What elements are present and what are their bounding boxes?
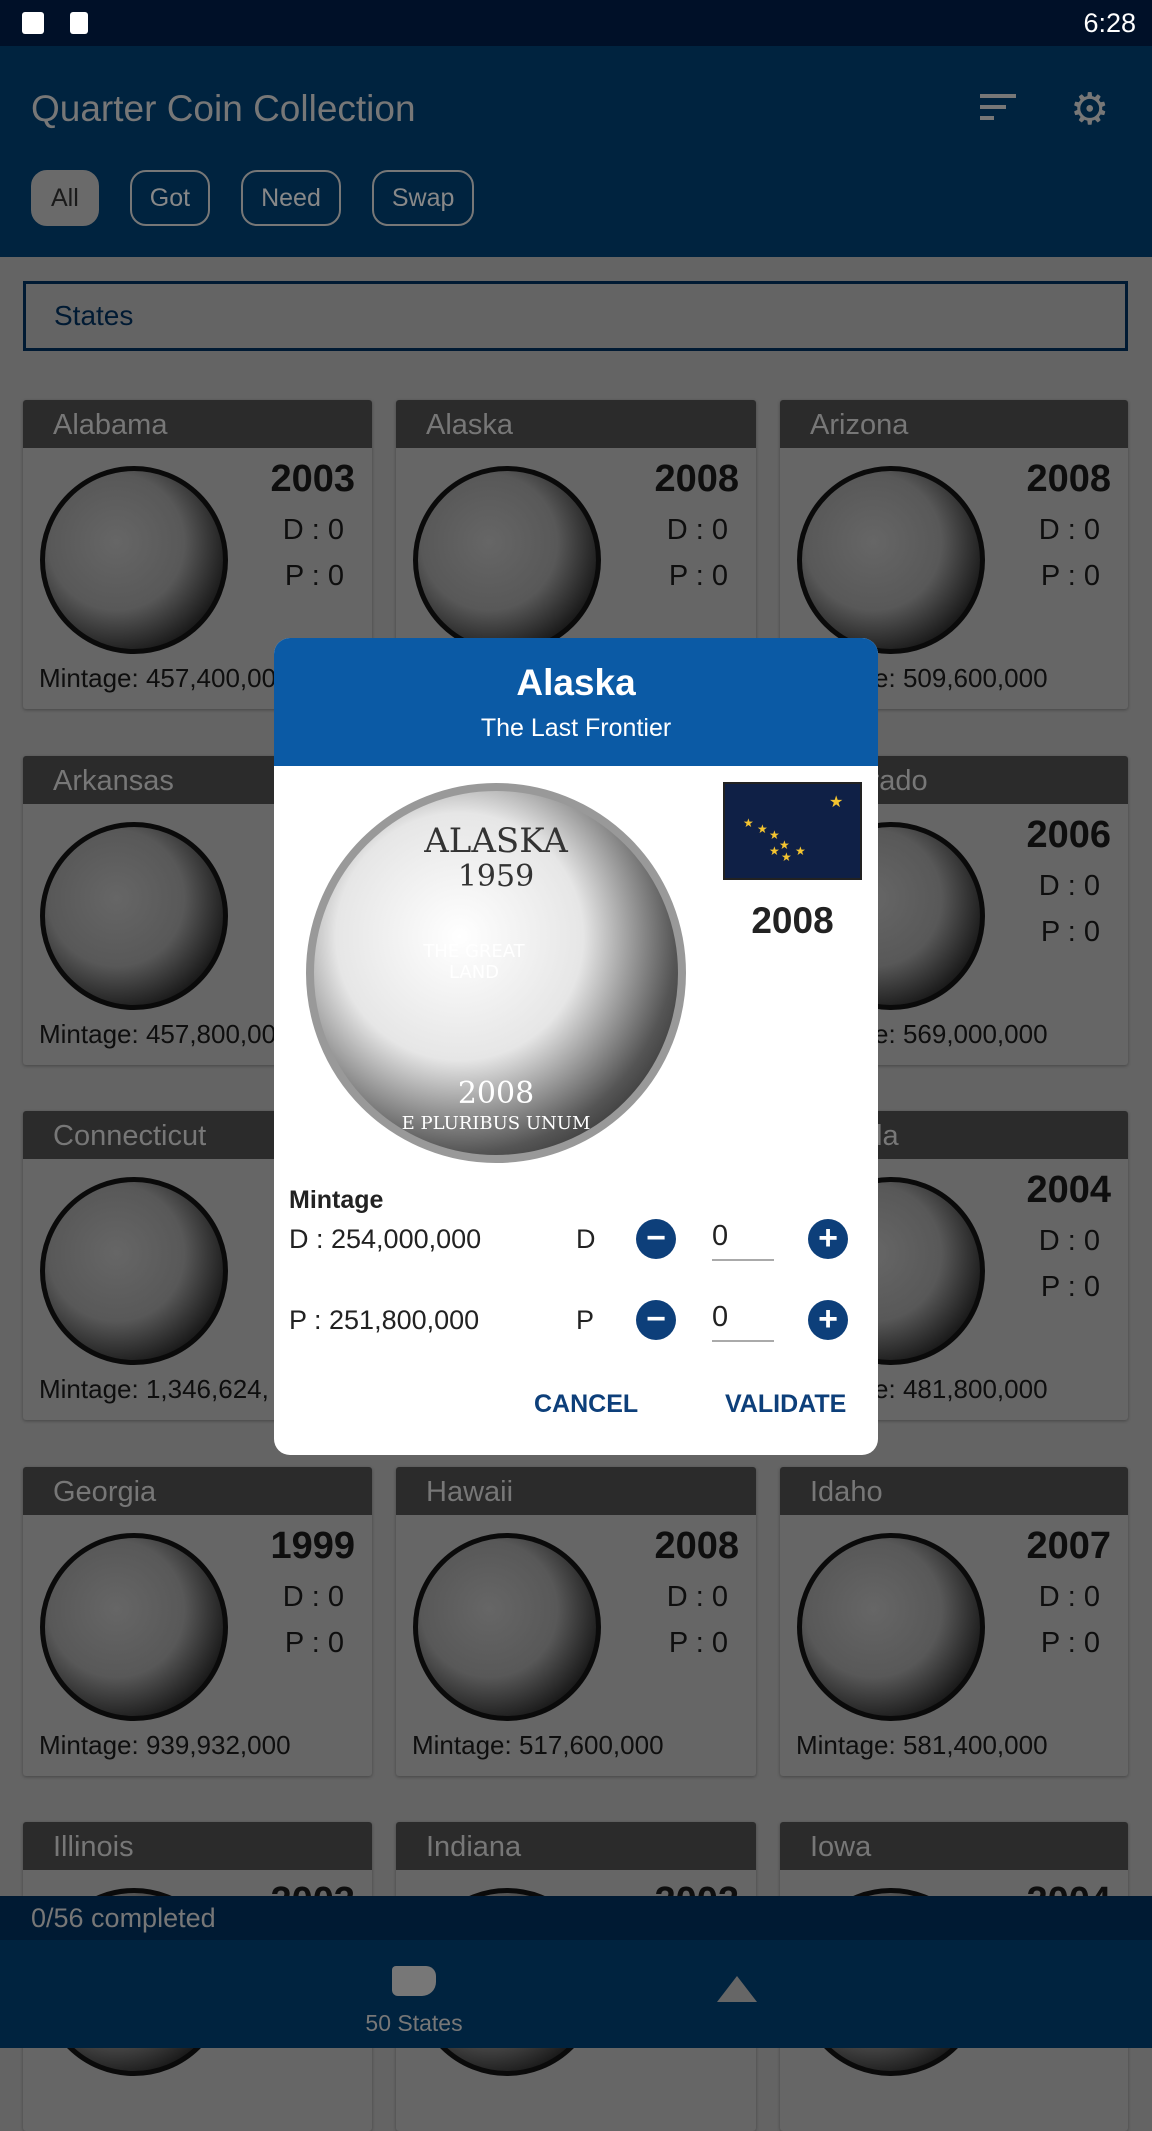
coin-image — [413, 1533, 601, 1721]
card-year: 2008 — [654, 1525, 739, 1567]
card-p-count: P : 0 — [1040, 1271, 1100, 1303]
card-mintage: Mintage: 457,800,00 — [39, 1019, 277, 1049]
d-minus-button[interactable]: − — [636, 1219, 676, 1259]
card-d-count: D : 0 — [666, 1581, 728, 1613]
status-bar: 6:28 — [0, 0, 1152, 46]
coin-year-text: 2008 — [457, 1076, 535, 1111]
card-year: 2003 — [270, 458, 355, 500]
nav-label: 50 States — [365, 2010, 463, 2036]
progress-text: 0/56 completed — [0, 1896, 1152, 1940]
card-title: Hawaii — [396, 1467, 756, 1515]
coin-image — [797, 1533, 985, 1721]
coin-card[interactable]: Idaho 2007 D : 0 P : 0 Mintage: 581,400,… — [780, 1467, 1128, 1776]
nav-50-states[interactable]: 50 States — [334, 1958, 494, 2037]
coin-dialog: Alaska The Last Frontier ALASKA 1959 THE… — [274, 638, 878, 1455]
mintage-label: Mintage — [289, 1186, 384, 1214]
coin-image: ALASKA 1959 THE GREAT LAND 2008 E PLURIB… — [306, 783, 686, 1163]
card-d-count: D : 0 — [1038, 514, 1100, 546]
dialog-header: Alaska The Last Frontier — [274, 638, 878, 766]
p-label: P — [576, 1305, 595, 1335]
bottom-nav: 50 States — [0, 1940, 1152, 2048]
filter-swap[interactable]: Swap — [371, 170, 475, 226]
card-title: Illinois — [23, 1822, 372, 1870]
mountain-icon — [717, 1976, 757, 2002]
card-d-count: D : 0 — [666, 514, 728, 546]
card-mintage: Mintage: 517,600,000 — [412, 1730, 664, 1760]
card-d-count: D : 0 — [1038, 1225, 1100, 1257]
card-year: 2004 — [1026, 1169, 1111, 1211]
card-title: Iowa — [780, 1822, 1128, 1870]
card-p-count: P : 0 — [284, 560, 344, 592]
filter-need[interactable]: Need — [241, 170, 341, 226]
coin-card[interactable]: Hawaii 2008 D : 0 P : 0 Mintage: 517,600… — [396, 1467, 756, 1776]
dialog-title: Alaska — [516, 662, 636, 703]
coin-image — [40, 1533, 228, 1721]
card-p-count: P : 0 — [1040, 1627, 1100, 1659]
font-icon — [70, 12, 88, 34]
dialog-year: 2008 — [751, 900, 834, 941]
category-selector[interactable]: States — [23, 281, 1128, 351]
filter-got[interactable]: Got — [129, 170, 211, 226]
gear-icon[interactable]: ⚙ — [1070, 88, 1109, 132]
card-year: 1999 — [270, 1525, 355, 1567]
card-p-count: P : 0 — [1040, 560, 1100, 592]
d-count-input[interactable]: 0 — [712, 1220, 774, 1261]
card-title: Arizona — [780, 400, 1128, 448]
clock: 6:28 — [1083, 8, 1136, 38]
card-p-count: P : 0 — [284, 1627, 344, 1659]
mintage-p: P : 251,800,000 — [289, 1305, 480, 1335]
card-year: 2006 — [1026, 814, 1111, 856]
card-year: 2007 — [1026, 1525, 1111, 1567]
p-plus-button[interactable]: + — [808, 1300, 848, 1340]
card-mintage: Mintage: 457,400,00 — [39, 663, 277, 693]
card-title: Alaska — [396, 400, 756, 448]
card-d-count: D : 0 — [282, 514, 344, 546]
mintage-d: D : 254,000,000 — [289, 1224, 482, 1254]
coin-state-text: ALASKA — [424, 821, 568, 861]
card-title: Georgia — [23, 1467, 372, 1515]
validate-button[interactable]: VALIDATE — [725, 1390, 846, 1419]
p-minus-button[interactable]: − — [636, 1300, 676, 1340]
card-p-count: P : 0 — [668, 560, 728, 592]
filter-chips: All Got Need Swap — [31, 170, 475, 226]
app-title: Quarter Coin Collection — [31, 88, 416, 129]
card-p-count: P : 0 — [1040, 916, 1100, 948]
image-icon — [22, 12, 44, 34]
card-title: Alabama — [23, 400, 372, 448]
card-year: 2008 — [654, 458, 739, 500]
card-mintage: Mintage: 939,932,000 — [39, 1730, 291, 1760]
coin-image — [40, 1177, 228, 1365]
alaska-flag: ★ ★ ★ ★ ★ ★ ★ ★ — [723, 782, 862, 880]
coin-legend-text: E PLURIBUS UNUM — [401, 1113, 591, 1134]
usa-map-icon — [392, 1966, 436, 1996]
card-d-count: D : 0 — [1038, 1581, 1100, 1613]
coin-statehood-text: 1959 — [457, 859, 535, 894]
nav-territories[interactable] — [657, 1958, 817, 2002]
d-plus-button[interactable]: + — [808, 1219, 848, 1259]
coin-card[interactable]: Georgia 1999 D : 0 P : 0 Mintage: 939,93… — [23, 1467, 372, 1776]
card-title: Indiana — [396, 1822, 756, 1870]
card-title: Idaho — [780, 1467, 1128, 1515]
card-d-count: D : 0 — [282, 1581, 344, 1613]
card-d-count: D : 0 — [1038, 870, 1100, 902]
coin-image — [40, 466, 228, 654]
filter-all[interactable]: All — [31, 170, 99, 226]
p-count-input[interactable]: 0 — [712, 1301, 774, 1342]
coin-image — [413, 466, 601, 654]
sort-icon[interactable] — [980, 94, 1016, 124]
dialog-subtitle: The Last Frontier — [480, 714, 672, 742]
coin-image — [40, 822, 228, 1010]
app-bar: Quarter Coin Collection ⚙ All Got Need S… — [0, 46, 1152, 257]
card-mintage: Mintage: 581,400,000 — [796, 1730, 1048, 1760]
card-p-count: P : 0 — [668, 1627, 728, 1659]
cancel-button[interactable]: CANCEL — [534, 1390, 638, 1419]
coin-image — [797, 466, 985, 654]
coin-motto-text: THE GREAT LAND — [423, 941, 525, 983]
card-mintage: Mintage: 1,346,624, — [39, 1374, 269, 1404]
d-label: D — [576, 1224, 596, 1254]
card-year: 2008 — [1026, 458, 1111, 500]
